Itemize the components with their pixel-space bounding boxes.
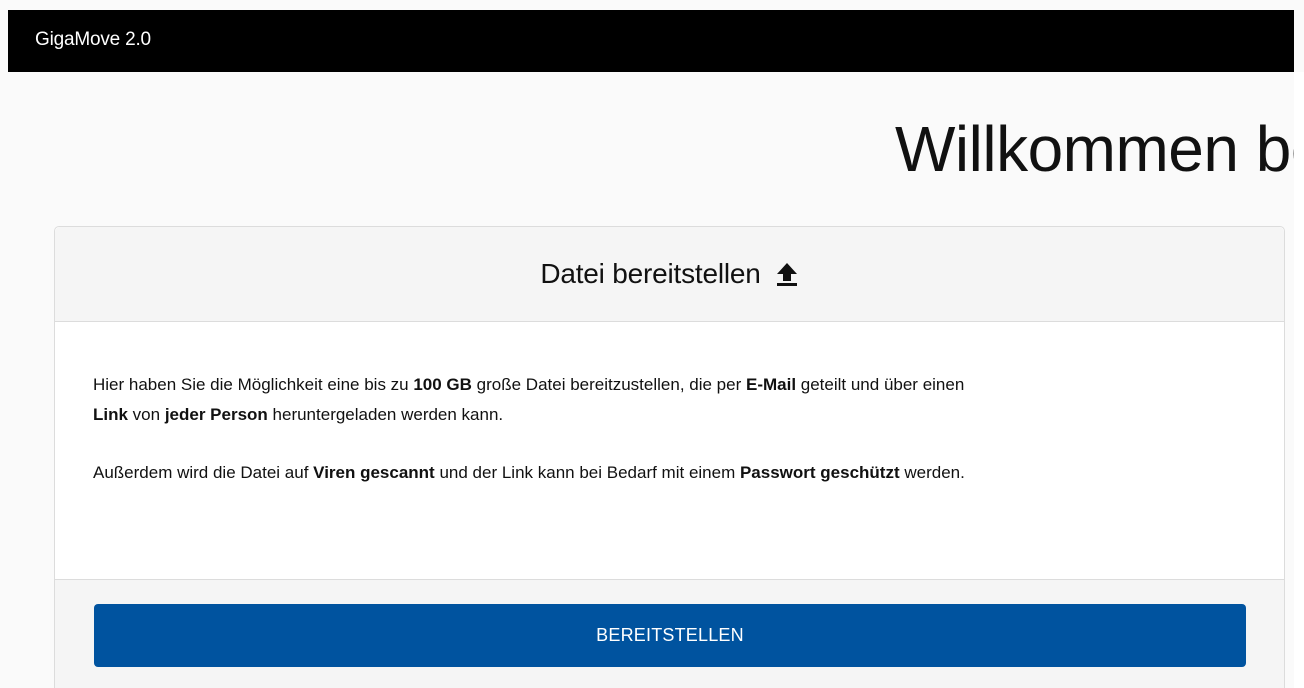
card-footer: BEREITSTELLEN [55,579,1284,688]
page-viewport: GigaMove 2.0 Willkommen be Datei bereits… [0,0,1294,688]
card-header: Datei bereitstellen [55,227,1284,322]
page-right-edge [1294,72,1304,688]
text-segment: große Datei bereitzustellen, die per [471,375,746,394]
text-segment: geteilt und über einen [796,375,965,394]
card-title: Datei bereitstellen [540,258,761,289]
text-segment: und der Link kann bei Bedarf mit einem [434,463,740,482]
bold-segment: Passwort geschützt [739,463,900,482]
text-segment: Hier haben Sie die Möglichkeit eine bis … [93,375,414,394]
brand-link[interactable]: GigaMove 2.0 [35,29,151,51]
bold-segment: jeder Person [164,405,268,424]
security-paragraph: Außerdem wird die Datei auf Viren gescan… [93,458,1253,488]
bold-segment: Viren gescannt [313,463,435,482]
upload-icon [775,261,799,287]
bold-segment: 100 GB [413,375,472,394]
text-segment: werden. [899,463,965,482]
text-segment: Außerdem wird die Datei auf [93,463,314,482]
bold-segment: Link [93,405,128,424]
bereitstellen-button[interactable]: BEREITSTELLEN [94,604,1246,667]
text-segment: von [127,405,165,424]
page-title: Willkommen be [895,113,1294,185]
top-navbar: GigaMove 2.0 [8,10,1294,72]
upload-card: Datei bereitstellen Hier haben Sie die M… [54,226,1285,688]
description-paragraph: Hier haben Sie die Möglichkeit eine bis … [93,370,1253,430]
card-title-wrap: Datei bereitstellen [540,258,798,290]
bold-segment: E-Mail [745,375,797,394]
card-body: Hier haben Sie die Möglichkeit eine bis … [93,370,1253,516]
text-segment: heruntergeladen werden kann. [267,405,504,424]
